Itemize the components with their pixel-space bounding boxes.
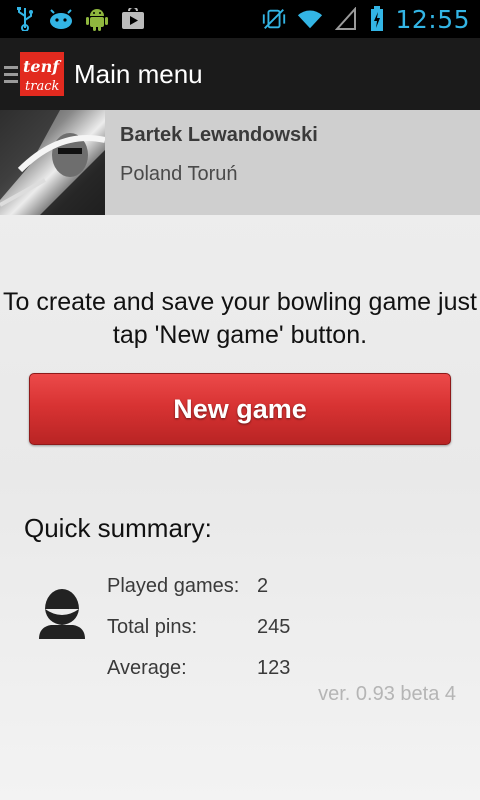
stat-label: Played games:	[107, 575, 240, 597]
stat-label: Average:	[107, 657, 187, 679]
profile-location: Poland Toruń	[120, 163, 238, 185]
app-logo[interactable]: tenf track	[20, 52, 64, 96]
profile-photo	[0, 110, 105, 215]
version-label: ver. 0.93 beta 4	[318, 683, 456, 705]
profile-name: Bartek Lewandowski	[120, 124, 318, 146]
signal-icon	[333, 7, 359, 31]
notification-icons	[0, 7, 146, 31]
stat-value: 123	[257, 657, 291, 679]
android-icon	[84, 7, 110, 31]
info-text: To create and save your bowling game jus…	[3, 288, 477, 349]
battery-icon	[369, 6, 385, 31]
stat-average: Average: 123	[107, 648, 290, 689]
new-game-button[interactable]: New game	[29, 373, 451, 445]
android-debug-icon	[48, 7, 74, 31]
drawer-menu-icon[interactable]	[4, 65, 18, 83]
svg-text:tenf: tenf	[23, 57, 62, 76]
profile-header[interactable]: Bartek Lewandowski Poland Toruń	[0, 110, 480, 215]
svg-text:track: track	[25, 79, 59, 94]
stat-played-games: Played games: 2	[107, 566, 290, 607]
stat-total-pins: Total pins: 245	[107, 607, 290, 648]
stat-value: 2	[257, 575, 269, 597]
vibrate-icon	[261, 7, 287, 31]
stat-value: 245	[257, 616, 291, 638]
system-icons: 12:55	[261, 5, 480, 34]
summary-stats: Played games: 2 Total pins: 245 Average:…	[107, 566, 290, 689]
play-store-icon	[120, 7, 146, 31]
status-bar: 12:55	[0, 0, 480, 38]
usb-icon	[12, 7, 38, 31]
screen-title: Main menu	[74, 58, 203, 89]
action-bar: tenf track Main menu	[0, 38, 480, 110]
summary-title: Quick summary:	[24, 513, 212, 543]
clock: 12:55	[395, 4, 470, 34]
person-icon	[37, 585, 87, 639]
wifi-icon	[297, 7, 323, 31]
stat-label: Total pins:	[107, 616, 198, 638]
